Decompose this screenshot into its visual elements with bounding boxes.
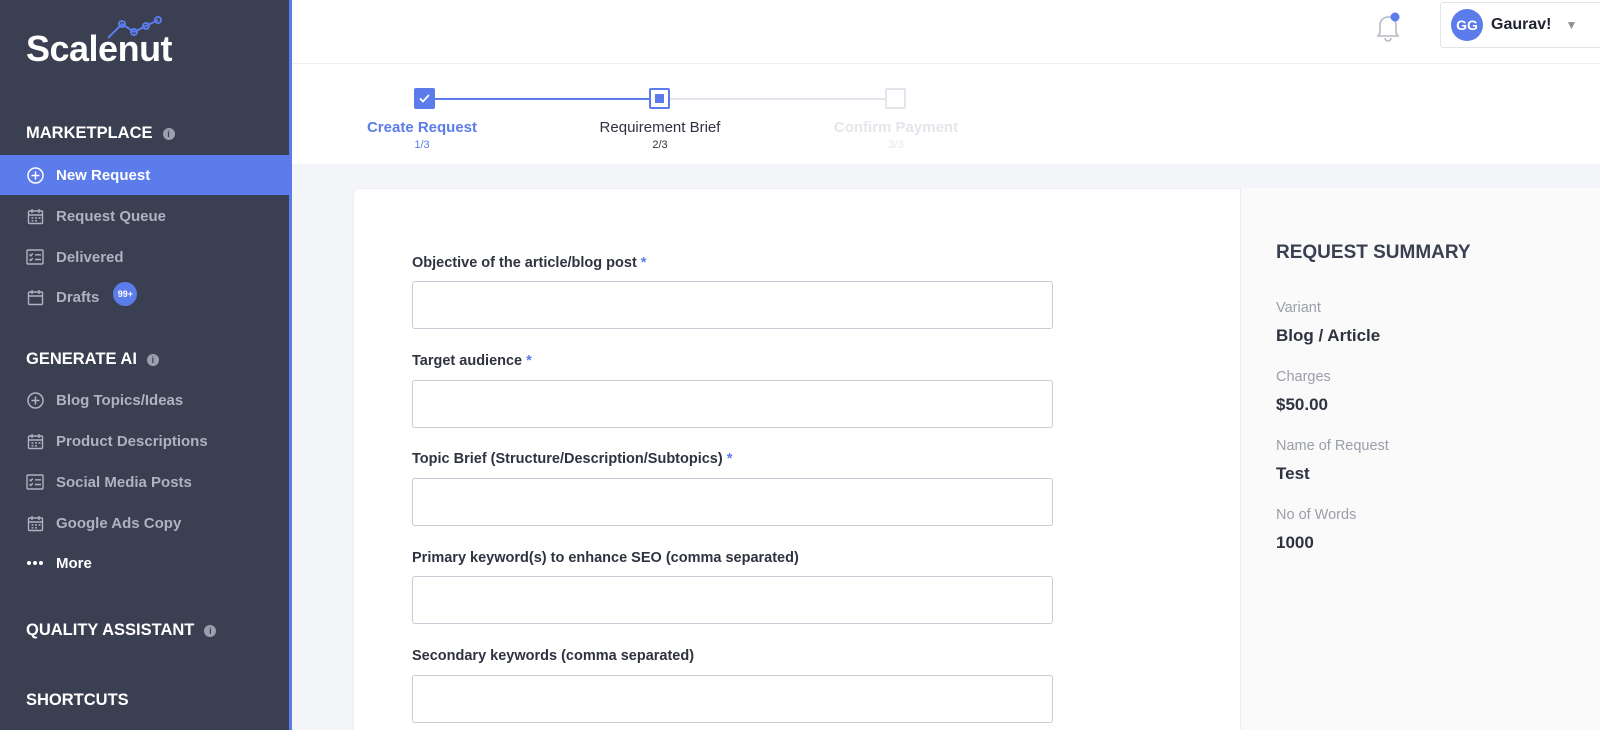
topic-brief-label: Topic Brief (Structure/Description/Subto…	[412, 451, 732, 467]
primary-keywords-label-text: Primary keyword(s) to enhance SEO (comma…	[412, 550, 799, 566]
secondary-keywords-label: Secondary keywords (comma separated)	[412, 648, 694, 664]
summary-variant-key: Variant	[1276, 300, 1321, 316]
plus-circle-icon	[26, 166, 44, 184]
summary-words-key: No of Words	[1276, 507, 1357, 523]
info-icon[interactable]: i	[204, 624, 217, 637]
summary-words-value: 1000	[1276, 533, 1314, 552]
section-shortcuts-title: SHORTCUTS	[26, 691, 129, 709]
calendar-icon	[26, 432, 44, 450]
sidebar-item-more[interactable]: More	[0, 543, 289, 583]
step-2-sub: 2/3	[652, 139, 668, 151]
sidebar-item-delivered[interactable]: Delivered	[0, 237, 289, 277]
info-icon[interactable]: i	[146, 353, 159, 366]
required-marker: *	[640, 255, 647, 271]
step-1-check-icon[interactable]	[414, 88, 435, 109]
section-shortcuts[interactable]: SHORTCUTS	[26, 691, 129, 710]
step-3-pending-icon[interactable]	[885, 88, 906, 109]
calendar-icon	[26, 207, 44, 225]
summary-name-key: Name of Request	[1276, 438, 1389, 454]
required-marker: *	[526, 353, 532, 369]
section-generate-ai: GENERATE AI i	[26, 350, 159, 369]
plus-circle-icon	[26, 391, 44, 409]
summary-variant-value: Blog / Article	[1276, 326, 1381, 345]
step-2-current-icon[interactable]	[649, 88, 670, 109]
sidebar-item-label: New Request	[56, 166, 151, 184]
sidebar-item-request-queue[interactable]: Request Queue	[0, 196, 289, 236]
step-3-label[interactable]: Confirm Payment	[796, 119, 996, 136]
sidebar-item-blog-topics[interactable]: Blog Topics/Ideas	[0, 380, 289, 420]
sidebar-item-drafts[interactable]: Drafts 99+	[0, 277, 289, 317]
section-marketplace: MARKETPLACE i	[26, 124, 175, 143]
target-audience-label-text: Target audience	[412, 353, 523, 369]
step-1-label[interactable]: Create Request	[322, 119, 522, 136]
checklist-icon	[26, 473, 44, 491]
request-summary-panel: REQUEST SUMMARY Variant Blog / Article C…	[1240, 188, 1600, 730]
sidebar-item-label: Delivered	[56, 248, 124, 266]
sidebar-item-new-request[interactable]: New Request	[0, 155, 289, 195]
secondary-keywords-label-text: Secondary keywords (comma separated)	[412, 648, 695, 664]
chevron-down-icon: ▼	[1565, 18, 1578, 32]
step-connector-pending	[669, 98, 905, 100]
section-quality-assistant[interactable]: QUALITY ASSISTANT i	[26, 621, 217, 640]
sidebar-item-product-descriptions[interactable]: Product Descriptions	[0, 421, 289, 461]
sidebar-item-label: Product Descriptions	[56, 432, 208, 450]
objective-label: Objective of the article/blog post *	[412, 255, 646, 271]
sidebar-item-label: Drafts	[56, 288, 100, 306]
sidebar-item-label: Google Ads Copy	[56, 514, 182, 532]
avatar: GG	[1451, 9, 1483, 41]
notification-bell-icon[interactable]	[1375, 12, 1401, 47]
drafts-count-badge: 99+	[113, 282, 138, 306]
sidebar-item-label: More	[56, 554, 92, 572]
summary-name-value: Test	[1276, 464, 1310, 483]
secondary-keywords-input[interactable]	[412, 675, 1053, 723]
step-2-label[interactable]: Requirement Brief	[560, 119, 760, 136]
required-marker: *	[726, 451, 733, 467]
info-icon[interactable]: i	[162, 127, 175, 140]
sidebar-item-label: Social Media Posts	[56, 473, 192, 491]
step-3-sub: 3/3	[888, 139, 904, 151]
sidebar: Scalenut MARKETPLACE i New Request Reque…	[0, 0, 292, 730]
checklist-icon	[26, 248, 44, 266]
step-connector-complete	[433, 98, 669, 100]
sidebar-item-label: Blog Topics/Ideas	[56, 391, 184, 409]
objective-input[interactable]	[412, 281, 1053, 329]
requirement-brief-form: Objective of the article/blog post * Targ…	[353, 188, 1243, 730]
more-dots-icon	[26, 554, 44, 572]
user-menu[interactable]: GG Gaurav! ▼	[1440, 2, 1600, 48]
sidebar-item-label: Request Queue	[56, 207, 167, 225]
topic-brief-label-text: Topic Brief (Structure/Description/Subto…	[412, 451, 723, 467]
calendar-icon	[26, 288, 44, 306]
user-name: Gaurav!	[1491, 16, 1552, 33]
progress-stepper: Create Request 1/3 Requirement Brief 2/3…	[292, 64, 1600, 164]
step-1-sub: 1/3	[414, 139, 430, 151]
target-audience-label: Target audience *	[412, 353, 532, 369]
calendar-icon	[26, 514, 44, 532]
sidebar-item-google-ads-copy[interactable]: Google Ads Copy	[0, 503, 289, 543]
sidebar-item-social-media-posts[interactable]: Social Media Posts	[0, 462, 289, 502]
section-generate-ai-title: GENERATE AI	[26, 350, 137, 368]
topic-brief-input[interactable]	[412, 478, 1053, 526]
summary-charges-key: Charges	[1276, 369, 1331, 385]
primary-keywords-label: Primary keyword(s) to enhance SEO (comma…	[412, 550, 799, 566]
summary-title: REQUEST SUMMARY	[1276, 242, 1471, 263]
logo[interactable]: Scalenut	[26, 28, 173, 70]
objective-label-text: Objective of the article/blog post	[412, 255, 637, 271]
target-audience-input[interactable]	[412, 380, 1053, 428]
section-quality-assistant-title: QUALITY ASSISTANT	[26, 621, 195, 639]
section-marketplace-title: MARKETPLACE	[26, 124, 153, 142]
primary-keywords-input[interactable]	[412, 576, 1053, 624]
summary-charges-value: $50.00	[1276, 395, 1328, 414]
top-header	[292, 0, 1600, 64]
